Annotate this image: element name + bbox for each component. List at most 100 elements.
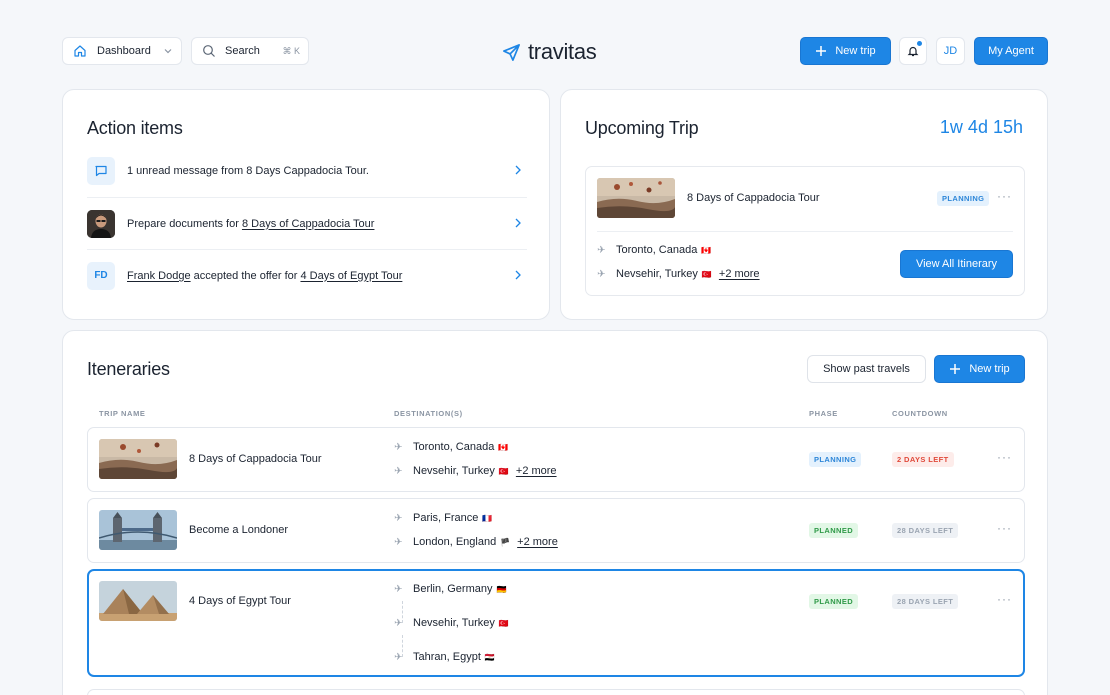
destination-text: Tahran, Egypt [413, 651, 481, 663]
action-item-text: Frank Dodge accepted the offer for 4 Day… [127, 270, 402, 282]
dashboard-dropdown[interactable]: Dashboard [62, 37, 182, 65]
table-row[interactable]: 8 Days of Cappadocia Tour ✈ Toronto, Can… [87, 427, 1025, 492]
more-destinations-link[interactable]: +2 more [516, 465, 557, 477]
landing-icon: ✈ [394, 465, 403, 477]
table-row[interactable] [87, 689, 1025, 695]
trip-link[interactable]: 8 Days of Cappadocia Tour [242, 218, 375, 230]
trip-name: Become a Londoner [189, 524, 289, 536]
dashboard-label: Dashboard [97, 45, 151, 57]
brand-logo[interactable]: travitas [502, 39, 597, 65]
destination-text: Nevsehir, Turkey [616, 268, 698, 280]
destination-location: ✈ Nevsehir, Turkey 🇹🇷 +2 more [394, 465, 557, 477]
user-avatar[interactable]: JD [936, 37, 965, 65]
origin-text: Toronto, Canada [413, 441, 495, 453]
new-trip-button[interactable]: New trip [800, 37, 891, 65]
home-icon [74, 45, 86, 57]
plus-icon [816, 46, 827, 56]
phase-badge: PLANNED [809, 523, 859, 538]
origin-location: ✈ Toronto, Canada 🇨🇦 [597, 244, 711, 256]
column-header-countdown: COUNTDOWN [892, 409, 948, 418]
my-agent-button[interactable]: My Agent [974, 37, 1048, 65]
search-icon [203, 45, 215, 57]
search-label: Search [225, 45, 260, 57]
notification-dot [917, 41, 922, 46]
upcoming-trip-title: Upcoming Trip [585, 118, 699, 138]
countdown-badge: 2 DAYS LEFT [892, 452, 954, 467]
upcoming-countdown: 1w 4d 15h [939, 117, 1023, 137]
user-photo-avatar [87, 209, 115, 238]
itineraries-card: Iteneraries Show past travels New trip T… [62, 330, 1048, 695]
action-item-prefix: Prepare documents for [127, 217, 242, 230]
search-shortcut: ⌘ K [282, 46, 300, 56]
more-destinations-link[interactable]: +2 more [517, 536, 558, 548]
cappadocia-thumbnail [99, 439, 177, 479]
itineraries-title: Iteneraries [87, 359, 170, 379]
origin-location: ✈ Toronto, Canada 🇨🇦 [394, 441, 508, 453]
destination-flag: 🇹🇷 [701, 269, 712, 279]
action-items-card: Action items 1 unread message from 8 Day… [62, 89, 550, 320]
bell-icon [907, 46, 919, 57]
plane-icon: ✈ [394, 617, 403, 629]
egypt-thumbnail [99, 581, 177, 621]
chevron-right-icon [515, 218, 521, 228]
takeoff-icon: ✈ [394, 583, 403, 595]
upcoming-trip-box[interactable]: 8 Days of Cappadocia Tour PLANNING ··· ✈… [585, 166, 1025, 296]
column-header-phase: PHASE [809, 409, 838, 418]
countdown-badge: 28 DAYS LEFT [892, 523, 959, 538]
more-destinations-link[interactable]: +2 more [719, 268, 760, 280]
destination-text: London, England [413, 536, 497, 548]
plane-icon: ✈ [394, 651, 403, 663]
origin-flag: 🇨🇦 [498, 442, 509, 452]
origin-location: ✈ Paris, France 🇫🇷 [394, 512, 492, 524]
search-button[interactable]: Search ⌘ K [191, 37, 309, 65]
action-item-text: Prepare documents for 8 Days of Cappadoc… [127, 218, 374, 230]
destination-text: Nevsehir, Turkey [413, 465, 495, 477]
action-item[interactable]: 1 unread message from 8 Days Cappadocia … [87, 145, 527, 197]
table-row[interactable]: Become a Londoner ✈ Paris, France 🇫🇷 ✈ L… [87, 498, 1025, 563]
origin-text: Berlin, Germany [413, 583, 493, 595]
more-options-icon[interactable]: ··· [997, 521, 1012, 535]
origin-flag: 🇩🇪 [496, 584, 507, 594]
trip-link[interactable]: 4 Days of Egypt Tour [300, 270, 402, 282]
person-link[interactable]: Frank Dodge [127, 270, 191, 282]
cappadocia-thumbnail [597, 178, 675, 218]
origin-text: Paris, France [413, 512, 479, 524]
chevron-right-icon [515, 165, 521, 175]
takeoff-icon: ✈ [394, 441, 403, 453]
origin-text: Toronto, Canada [616, 244, 698, 256]
new-trip-label: New trip [835, 45, 876, 57]
plus-icon [950, 364, 961, 374]
column-header-trip-name: TRIP NAME [99, 409, 146, 418]
notifications-button[interactable] [899, 37, 927, 65]
landing-icon: ✈ [394, 536, 403, 548]
initials-avatar: FD [87, 261, 115, 290]
more-options-icon[interactable]: ··· [997, 592, 1012, 606]
origin-flag: 🇫🇷 [482, 513, 493, 523]
new-trip-button[interactable]: New trip [934, 355, 1025, 383]
message-icon [87, 157, 115, 185]
origin-location: ✈ Berlin, Germany 🇩🇪 [394, 583, 506, 595]
action-item[interactable]: Prepare documents for 8 Days of Cappadoc… [87, 197, 527, 249]
upcoming-trip-name: 8 Days of Cappadocia Tour [687, 192, 820, 204]
more-options-icon[interactable]: ··· [997, 450, 1012, 464]
action-item[interactable]: FD Frank Dodge accepted the offer for 4 … [87, 249, 527, 301]
table-row-selected[interactable]: 4 Days of Egypt Tour ✈ Berlin, Germany 🇩… [87, 569, 1025, 677]
chevron-down-icon [164, 49, 172, 54]
column-header-destinations: DESTINATION(S) [394, 409, 463, 418]
takeoff-icon: ✈ [394, 512, 403, 524]
action-item-middle: accepted the offer for [190, 269, 301, 282]
destination-location: ✈ London, England 🏴 +2 more [394, 536, 558, 548]
destination-location: ✈ Tahran, Egypt 🇪🇬 [394, 651, 495, 663]
view-all-itinerary-button[interactable]: View All Itinerary [900, 250, 1013, 278]
takeoff-icon: ✈ [597, 244, 606, 256]
more-options-icon[interactable]: ··· [997, 189, 1012, 203]
countdown-badge: 28 DAYS LEFT [892, 594, 959, 609]
chevron-right-icon [515, 270, 521, 280]
destination-location: ✈ Nevsehir, Turkey 🇹🇷 +2 more [597, 268, 760, 280]
divider [597, 231, 1013, 232]
destination-flag: 🏴 [500, 537, 511, 547]
stop-flag: 🇹🇷 [498, 618, 509, 628]
show-past-travels-button[interactable]: Show past travels [807, 355, 926, 383]
london-thumbnail [99, 510, 177, 550]
phase-badge: PLANNING [937, 191, 990, 206]
